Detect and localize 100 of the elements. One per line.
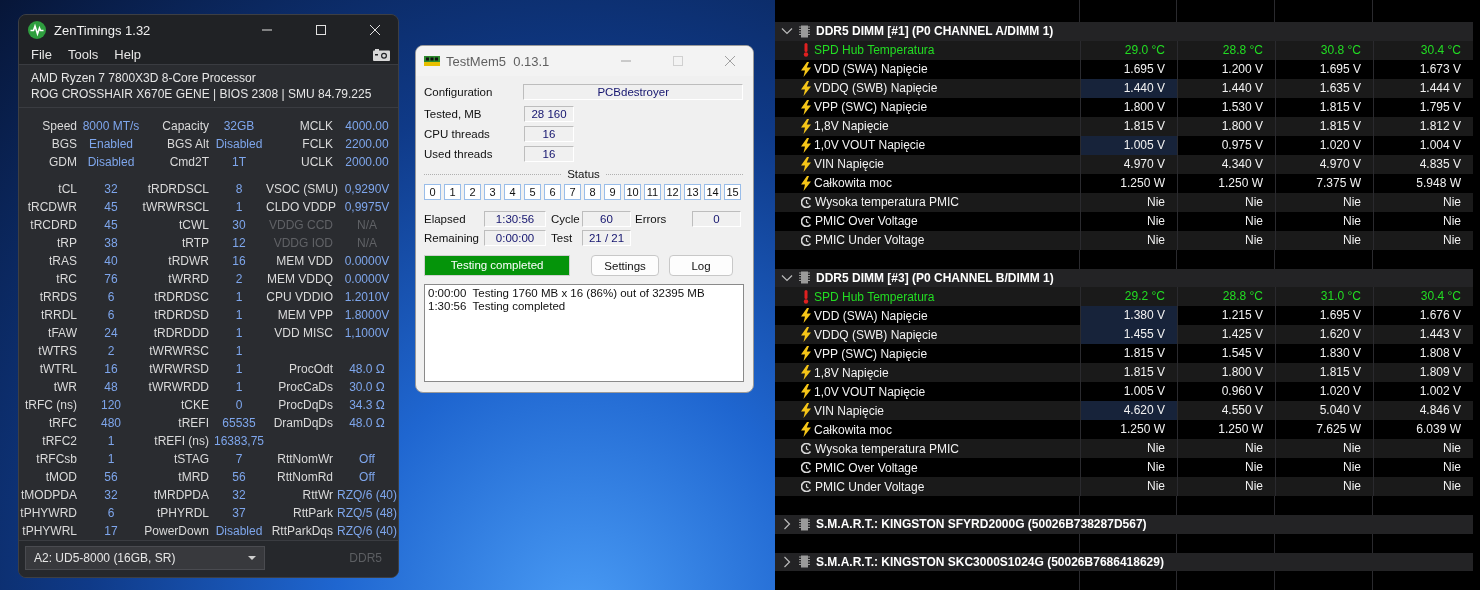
- timing-value: 24: [103, 325, 119, 342]
- sensor-label: PMIC Over Voltage: [815, 460, 918, 475]
- timing-value: 6: [106, 289, 116, 306]
- timing-value: 1: [106, 433, 116, 450]
- sensor-value: Nie: [1275, 477, 1373, 497]
- progress-text: Testing completed: [449, 258, 545, 273]
- timing-label: MEM VPP: [276, 307, 334, 324]
- section-header[interactable]: S.M.A.R.T.: KINGSTON SFYRD2000G (50026B738287D567): [775, 515, 1473, 534]
- timing-label: Speed: [41, 118, 78, 135]
- field-label: Tested, MB: [424, 108, 483, 120]
- timing-label: tRC: [55, 271, 78, 288]
- timing-value: 1: [106, 451, 116, 468]
- timing-value: 30: [231, 217, 247, 234]
- timing-label: tPHYWRD: [19, 505, 78, 522]
- sensor-value: 1.545 V: [1177, 344, 1275, 364]
- timing-label: tRP: [56, 235, 78, 252]
- close-icon: [370, 25, 380, 35]
- sensor-label: 1,8V Napięcie: [814, 365, 889, 380]
- timing-value: 1: [234, 361, 244, 378]
- sensor-value: 1.809 V: [1373, 363, 1473, 383]
- chevron-right-icon[interactable]: [781, 555, 793, 568]
- timing-value: Disabled: [86, 154, 136, 171]
- timing-label: tRFC2: [41, 433, 78, 450]
- sensor-label: PMIC Under Voltage: [815, 479, 925, 494]
- timing-label: tRAS: [48, 253, 78, 270]
- thread-indicator: 6: [544, 184, 561, 200]
- menu-item[interactable]: Help: [106, 45, 150, 64]
- timing-value: 12: [231, 235, 247, 252]
- timing-value: RZQ/5 (48): [336, 505, 398, 522]
- stat-label: Cycle: [550, 213, 581, 225]
- timing-label: Capacity: [161, 118, 210, 135]
- timing-value: 0,9975V: [343, 199, 391, 216]
- timing-value: 1.8000V: [343, 307, 391, 324]
- timing-value: Off: [358, 451, 376, 468]
- timing-label: RttPark: [292, 505, 334, 522]
- thread-indicator: 0: [424, 184, 441, 200]
- timing-value: 8000 MT/s: [81, 118, 141, 135]
- clock-icon: [801, 462, 812, 474]
- action-button[interactable]: Settings: [591, 255, 659, 276]
- timing-label: VSOC (SMU): [266, 181, 336, 198]
- sensor-value: Nie: [1177, 458, 1275, 478]
- timing-value: 56: [231, 469, 247, 486]
- stat-value: 60: [582, 211, 631, 227]
- sensor-label: PMIC Over Voltage: [815, 214, 918, 229]
- thread-indicator: 5: [524, 184, 541, 200]
- sensor-label: VPP (SWC) Napięcie: [814, 346, 928, 361]
- timing-value: 37: [231, 505, 247, 522]
- stat-value: 1:30:56: [484, 211, 546, 227]
- timing-value: 1: [234, 343, 244, 360]
- timing-label: CLDO VDDP: [266, 199, 336, 216]
- timing-label: tRCDRD: [29, 217, 78, 234]
- timing-value: 1: [234, 379, 244, 396]
- section-title: S.M.A.R.T.: KINGSTON SFYRD2000G (50026B738287D567): [816, 517, 1147, 532]
- sensor-value: 31.0 °C: [1275, 287, 1373, 307]
- timing-value: 4000.00: [344, 118, 390, 135]
- cpu-name: AMD Ryzen 7 7800X3D 8-Core Processor: [31, 71, 257, 85]
- thread-indicator: 14: [704, 184, 721, 200]
- timing-label: tCKE: [180, 397, 210, 414]
- maximize-icon: [673, 56, 683, 66]
- sensor-value: 1.443 V: [1373, 325, 1473, 345]
- action-button[interactable]: Log: [669, 255, 733, 276]
- sensor-label: VIN Napięcie: [814, 403, 885, 418]
- timing-label: tRDRDSCL: [146, 181, 210, 198]
- sensor-label: Wysoka temperatura PMIC: [815, 195, 959, 210]
- status-heading: Status: [567, 168, 600, 180]
- timing-label: tMRD: [177, 469, 210, 486]
- menu-item[interactable]: Tools: [59, 45, 107, 64]
- timing-value: 48.0 Ω: [348, 415, 386, 432]
- timing-value: 48.0 Ω: [348, 361, 386, 378]
- sensor-label: VDD (SWA) Napięcie: [814, 308, 928, 323]
- section-header[interactable]: DDR5 DIMM [#3] (P0 CHANNEL B/DIMM 1): [775, 268, 1473, 288]
- timing-label: tPHYRDL: [156, 505, 210, 522]
- sensor-label: 1,0V VOUT Napięcie: [814, 384, 926, 399]
- sensor-label: Całkowita moc: [814, 176, 893, 191]
- section-header[interactable]: DDR5 DIMM [#1] (P0 CHANNEL A/DIMM 1): [775, 22, 1473, 41]
- timing-value: 65535: [221, 415, 257, 432]
- maximize-icon: [316, 25, 326, 35]
- sensor-label: VDDQ (SWB) Napięcie: [814, 327, 938, 342]
- sensor-value: 7.625 W: [1275, 420, 1373, 440]
- timing-value: 0.0000V: [343, 271, 391, 288]
- sensor-value: 30.4 °C: [1373, 287, 1473, 307]
- timing-value: 1,1000V: [343, 325, 391, 342]
- thread-indicator: 15: [724, 184, 741, 200]
- timing-value: 32: [103, 181, 119, 198]
- section-header[interactable]: S.M.A.R.T.: KINGSTON SKC3000S1024G (50026B7686418629): [775, 552, 1473, 572]
- sensor-value: 1.215 V: [1177, 306, 1275, 326]
- field-value: PCBdestroyer: [523, 84, 743, 100]
- timing-value: 1: [234, 307, 244, 324]
- sensor-value: 1.250 W: [1080, 420, 1177, 440]
- sensor-value: 1.830 V: [1275, 344, 1373, 364]
- timing-label: CPU VDDIO: [266, 289, 334, 306]
- timing-label: MCLK: [298, 118, 334, 135]
- camera-icon[interactable]: [373, 48, 390, 61]
- module-dropdown[interactable]: A2: UD5-8000 (16GB, SR): [25, 546, 265, 570]
- sensor-value: 1.815 V: [1275, 363, 1373, 383]
- sensor-value: 1.380 V: [1080, 306, 1177, 326]
- chevron-right-icon[interactable]: [781, 518, 793, 531]
- menu-item[interactable]: File: [23, 45, 60, 64]
- memory-stick-icon: [424, 56, 440, 66]
- lightning-icon: [801, 327, 811, 343]
